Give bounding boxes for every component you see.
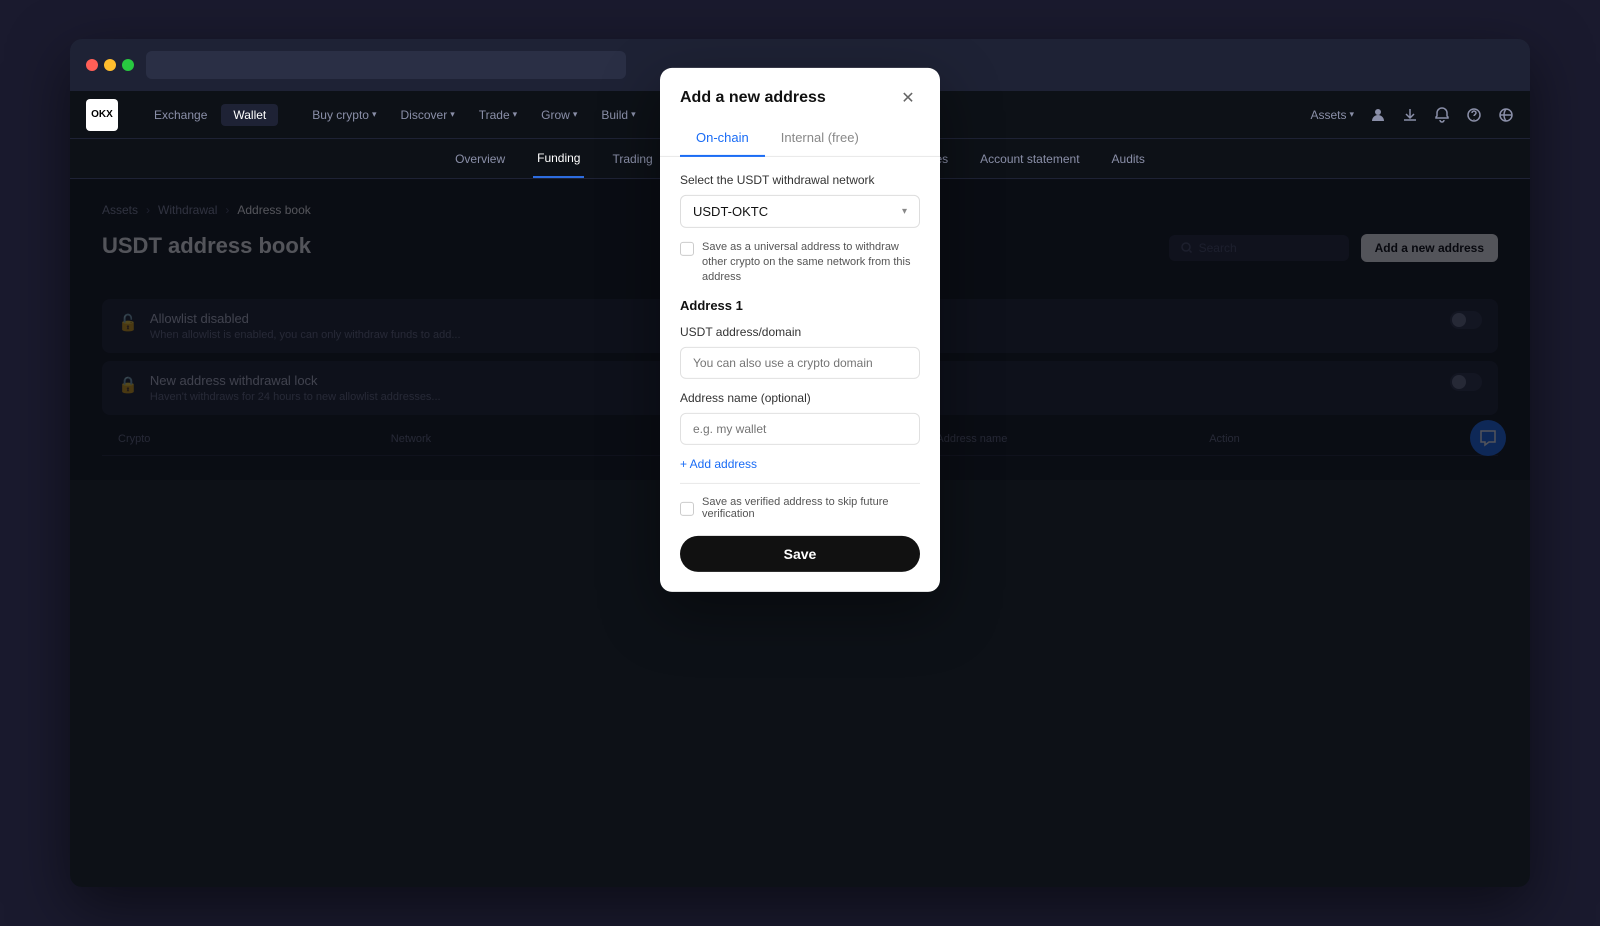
network-dropdown-value: USDT-OKTC xyxy=(693,203,768,218)
nav-tabs: Exchange Wallet xyxy=(142,104,278,126)
network-dropdown[interactable]: USDT-OKTC ▾ xyxy=(680,194,920,227)
chevron-down-icon: ▾ xyxy=(450,109,455,120)
modal-divider xyxy=(680,483,920,484)
nav-menu-buy-crypto[interactable]: Buy crypto ▾ xyxy=(302,104,386,126)
nav-menu-grow[interactable]: Grow ▾ xyxy=(531,104,587,126)
modal-title: Add a new address xyxy=(680,88,826,106)
chevron-down-icon: ▾ xyxy=(372,109,377,120)
modal-close-button[interactable]: ✕ xyxy=(896,85,920,109)
nav-logo: OKX xyxy=(86,99,118,131)
subnav-overview[interactable]: Overview xyxy=(451,139,509,178)
subnav-funding[interactable]: Funding xyxy=(533,139,584,178)
universal-save-row: Save as a universal address to withdraw … xyxy=(680,239,920,285)
nav-assets[interactable]: Assets ▾ xyxy=(1310,108,1354,122)
subnav-audits[interactable]: Audits xyxy=(1108,139,1149,178)
save-button[interactable]: Save xyxy=(680,536,920,572)
nav-tab-wallet[interactable]: Wallet xyxy=(221,104,278,126)
nav-language-icon[interactable] xyxy=(1498,107,1514,123)
subnav-account-statement[interactable]: Account statement xyxy=(976,139,1083,178)
universal-save-checkbox[interactable] xyxy=(680,241,694,255)
subnav-trading[interactable]: Trading xyxy=(608,139,656,178)
minimize-dot[interactable] xyxy=(104,59,116,71)
maximize-dot[interactable] xyxy=(122,59,134,71)
page-content: Assets › Withdrawal › Address book USDT … xyxy=(70,179,1530,480)
save-verified-label: Save as verified address to skip future … xyxy=(702,496,920,520)
save-verified-row: Save as verified address to skip future … xyxy=(680,496,920,520)
address-input[interactable] xyxy=(680,347,920,379)
nav-download-icon[interactable] xyxy=(1402,107,1418,123)
modal-body: Select the USDT withdrawal network USDT-… xyxy=(660,156,940,591)
nav-menu-build[interactable]: Build ▾ xyxy=(591,104,645,126)
chevron-down-icon: ▾ xyxy=(1349,109,1354,120)
universal-save-label: Save as a universal address to withdraw … xyxy=(702,239,920,285)
nav-notification-icon[interactable] xyxy=(1434,107,1450,123)
nav-profile-icon[interactable] xyxy=(1370,107,1386,123)
dropdown-chevron-icon: ▾ xyxy=(902,205,907,216)
app-container: OKX Exchange Wallet Buy crypto ▾ Discove… xyxy=(70,91,1530,887)
address-label: USDT address/domain xyxy=(680,325,920,339)
nav-menu-discover[interactable]: Discover ▾ xyxy=(391,104,465,126)
browser-dots xyxy=(86,59,134,71)
close-dot[interactable] xyxy=(86,59,98,71)
modal-header: Add a new address ✕ xyxy=(660,67,940,121)
add-address-modal: Add a new address ✕ On-chain Internal (f… xyxy=(660,67,940,591)
network-label: Select the USDT withdrawal network xyxy=(680,172,920,186)
chevron-down-icon: ▾ xyxy=(573,109,578,120)
address-section-label: Address 1 xyxy=(680,298,920,313)
tab-internal-free[interactable]: Internal (free) xyxy=(765,121,875,156)
nav-tab-exchange[interactable]: Exchange xyxy=(142,104,219,126)
add-address-link[interactable]: + Add address xyxy=(680,457,920,471)
modal-tabs: On-chain Internal (free) xyxy=(660,121,940,156)
nav-right: Assets ▾ xyxy=(1310,107,1514,123)
nav-help-icon[interactable] xyxy=(1466,107,1482,123)
nav-menu-trade[interactable]: Trade ▾ xyxy=(469,104,527,126)
address-name-input[interactable] xyxy=(680,413,920,445)
chevron-down-icon: ▾ xyxy=(513,109,518,120)
tab-on-chain[interactable]: On-chain xyxy=(680,121,765,156)
address-name-label: Address name (optional) xyxy=(680,391,920,405)
address-bar[interactable] xyxy=(146,51,626,79)
save-verified-checkbox[interactable] xyxy=(680,502,694,516)
chevron-down-icon: ▾ xyxy=(631,109,636,120)
logo-icon: OKX xyxy=(86,99,118,131)
